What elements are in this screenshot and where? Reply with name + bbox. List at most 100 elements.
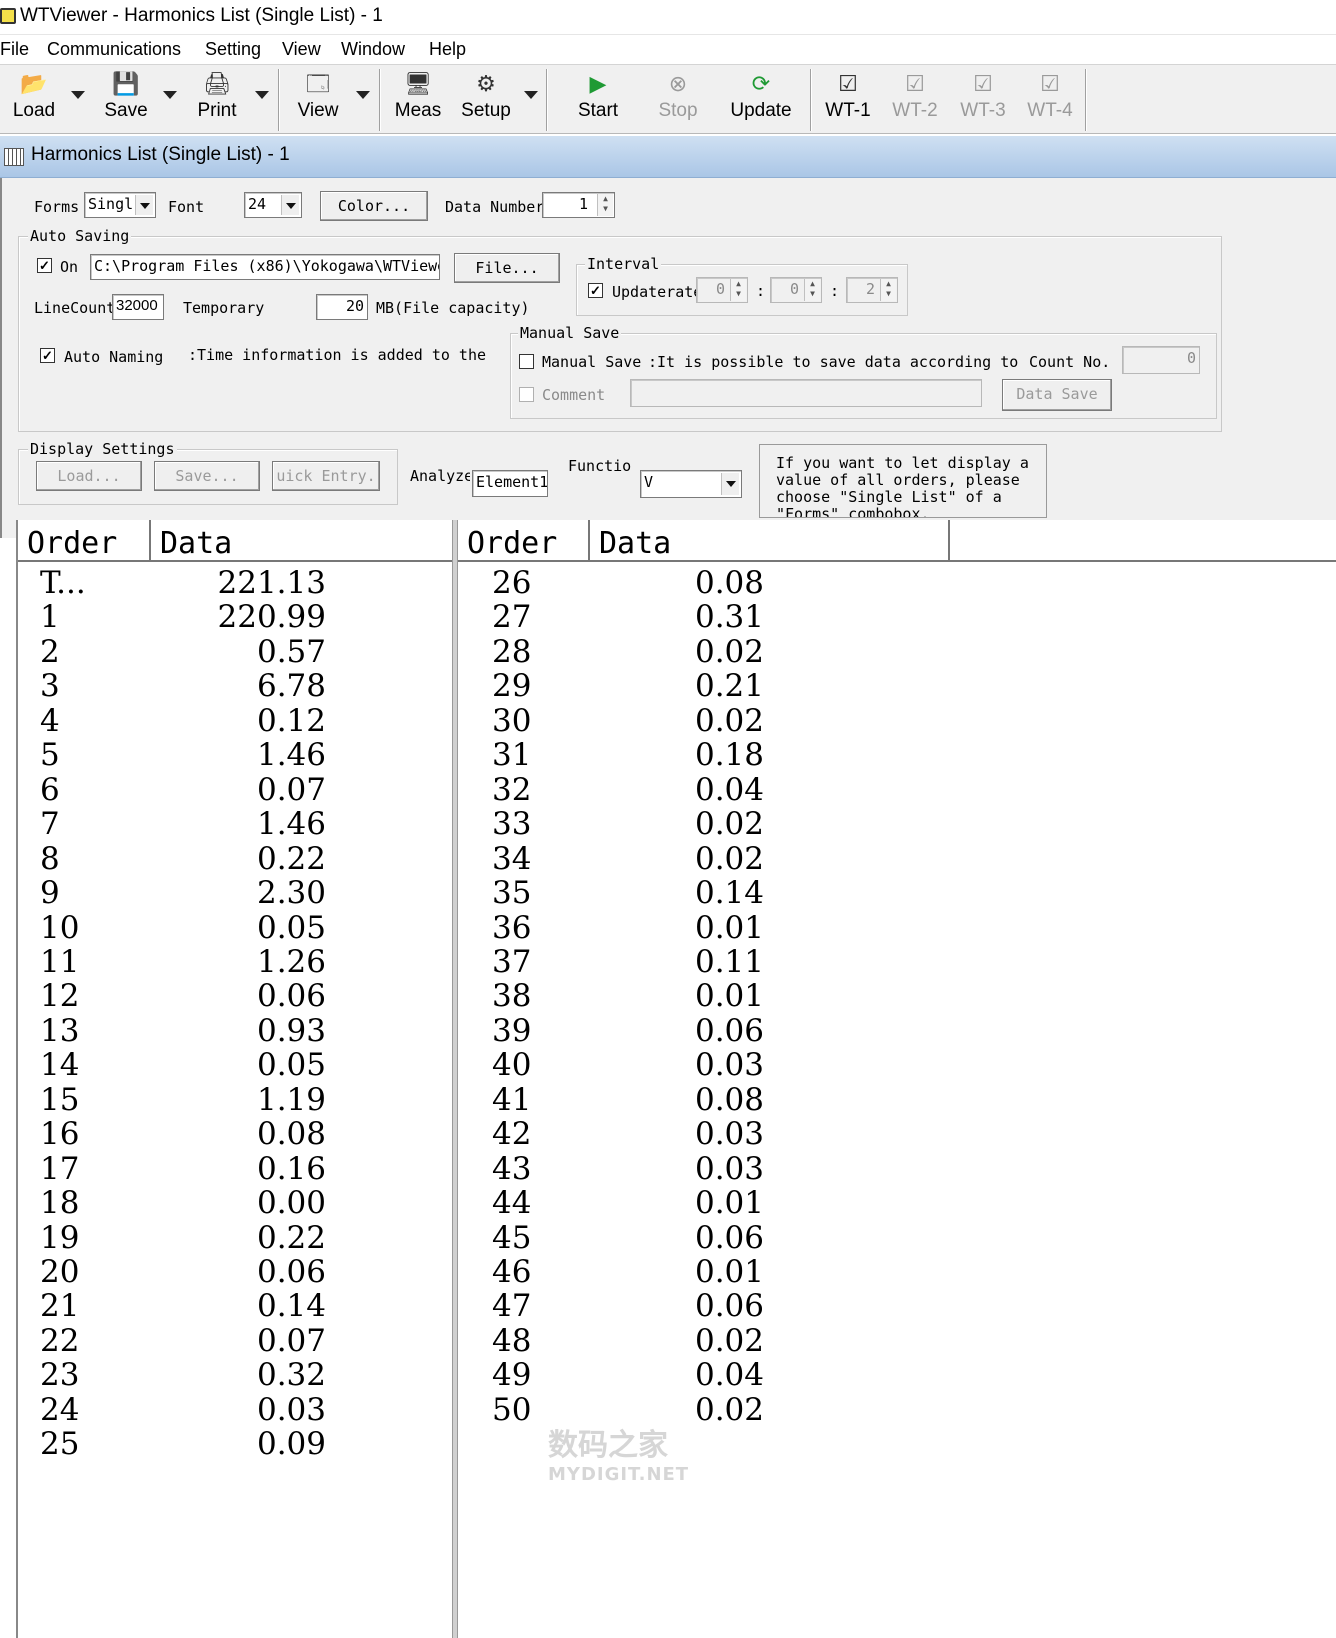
file-button[interactable]: File... — [454, 253, 560, 283]
list-item-order: 7 — [40, 806, 60, 843]
child-window-title: Harmonics List (Single List) - 1 — [31, 144, 290, 165]
display-save-button[interactable]: Save... — [154, 461, 260, 491]
wt2-toggle[interactable]: ☑ WT-2 — [886, 69, 944, 129]
list-item-order: 43 — [492, 1150, 532, 1187]
print-dropdown-icon[interactable] — [255, 91, 269, 99]
list-item-order: 10 — [40, 909, 80, 946]
font-combo[interactable]: 24 — [244, 192, 302, 218]
save-path-field[interactable]: C:\Program Files (x86)\Yokogawa\WTViewer — [90, 254, 440, 280]
toolbar-separator — [1085, 69, 1087, 131]
menu-window[interactable]: Window — [341, 39, 405, 60]
interval-separator: : — [756, 282, 766, 300]
comment-label: Comment — [542, 386, 606, 404]
monitor-icon: 🖥 — [404, 71, 432, 96]
list-item-order: 28 — [492, 633, 532, 670]
list-item-order: 50 — [492, 1391, 532, 1428]
auto-naming-checkbox[interactable]: ✓ — [40, 348, 55, 363]
checkbox-icon: ☑ — [838, 71, 858, 96]
column-header-order[interactable]: Order — [18, 520, 151, 562]
wt4-toggle[interactable]: ☑ WT-4 — [1021, 69, 1079, 129]
function-combo[interactable]: V — [640, 470, 742, 498]
list-item-data: 0.03 — [694, 1116, 764, 1153]
save-button[interactable]: 💾 Save — [98, 69, 154, 129]
auto-naming-label: Auto Naming — [64, 348, 164, 366]
save-dropdown-icon[interactable] — [163, 91, 177, 99]
interval-hour-spinner[interactable]: 0 ▲ ▼ — [696, 277, 748, 303]
list-item-data: 0.01 — [694, 1254, 764, 1290]
manual-save-checkbox[interactable] — [519, 354, 534, 369]
load-button[interactable]: 📂 Load — [6, 69, 62, 129]
list-item-order: 33 — [492, 806, 532, 843]
list-item-order: 30 — [492, 702, 532, 739]
comment-field[interactable] — [630, 379, 982, 407]
list-item-order: 37 — [492, 943, 532, 980]
start-button[interactable]: ▶ Start — [568, 69, 628, 129]
wt1-toggle[interactable]: ☑ WT-1 — [820, 69, 876, 129]
count-no-field[interactable]: 0 — [1122, 346, 1200, 374]
stop-button[interactable]: ⊗ Stop — [648, 69, 708, 129]
settings-panel: Forms Singl Font 24 Color... Data Number… — [0, 178, 1336, 538]
list-item-data: 0.03 — [256, 1391, 326, 1428]
list-item-data: 0.16 — [256, 1150, 326, 1187]
menu-view[interactable]: View — [282, 39, 321, 60]
folder-open-icon: 📂 — [20, 71, 48, 96]
setup-icon: ⚙ — [476, 71, 496, 96]
color-button[interactable]: Color... — [320, 191, 428, 221]
updaterate-checkbox[interactable]: ✓ — [588, 283, 603, 298]
data-number-spinner[interactable]: 1 ▲ ▼ — [542, 192, 615, 218]
on-checkbox[interactable]: ✓ — [37, 258, 52, 273]
list-item-order: 38 — [492, 978, 532, 1015]
list-item-data: 2.30 — [256, 875, 326, 912]
column-header-data[interactable]: Data — [151, 520, 452, 562]
spinner-arrows-icon: ▲ ▼ — [880, 279, 896, 301]
list-item-data: 0.04 — [694, 771, 764, 808]
menu-communications[interactable]: Communications — [47, 39, 181, 60]
list-item-data: 0.02 — [694, 702, 764, 739]
meas-button[interactable]: 🖥 Meas — [390, 69, 446, 129]
update-button[interactable]: ⟳ Update — [724, 69, 798, 129]
interval-minute-spinner[interactable]: 0 ▲ ▼ — [770, 277, 822, 303]
app-icon — [0, 8, 16, 24]
list-item-order: 47 — [492, 1288, 532, 1325]
stop-icon: ⊗ — [668, 71, 688, 96]
toolbar-separator — [278, 69, 280, 131]
toolbar-separator — [810, 69, 812, 131]
font-label: Font — [168, 198, 205, 216]
list-item-order: 9 — [40, 875, 60, 912]
load-dropdown-icon[interactable] — [71, 91, 85, 99]
app-titlebar: WTViewer - Harmonics List (Single List) … — [0, 0, 1336, 34]
menu-file[interactable]: File — [0, 39, 29, 60]
menu-setting[interactable]: Setting — [205, 39, 261, 60]
temporary-field[interactable]: 20 — [316, 294, 368, 320]
column-header-data[interactable]: Data — [590, 520, 950, 562]
menu-help[interactable]: Help — [429, 39, 466, 60]
linecount-field[interactable]: 32000 — [112, 294, 164, 320]
list-item-data: 0.14 — [256, 1288, 326, 1325]
print-button[interactable]: 🖨 Print — [189, 69, 245, 129]
analyze-field[interactable]: Element1 — [472, 470, 548, 497]
setup-button[interactable]: ⚙ Setup — [456, 69, 516, 129]
interval-label: Interval — [585, 255, 662, 273]
list-item-data: 1.46 — [256, 737, 326, 774]
quick-entry-button[interactable]: uick Entry. — [272, 461, 380, 491]
comment-checkbox[interactable] — [519, 387, 534, 402]
grid-window-icon — [4, 148, 24, 166]
chevron-down-icon — [135, 195, 153, 215]
play-icon: ▶ — [589, 71, 607, 96]
app-title: WTViewer - Harmonics List (Single List) … — [20, 5, 383, 26]
watermark-text: 数码之家 — [548, 1428, 668, 1463]
data-save-button[interactable]: Data Save — [1002, 379, 1112, 411]
wt3-toggle[interactable]: ☑ WT-3 — [954, 69, 1012, 129]
display-load-button[interactable]: Load... — [36, 461, 142, 491]
column-header-order[interactable]: Order — [458, 520, 590, 562]
manual-save-note: :It is possible to save data according t… — [648, 353, 1019, 371]
setup-dropdown-icon[interactable] — [524, 91, 538, 99]
view-dropdown-icon[interactable] — [356, 91, 370, 99]
list-item-order: 1 — [40, 599, 60, 636]
list-item-data: 220.99 — [217, 599, 326, 636]
interval-second-spinner[interactable]: 2 ▲ ▼ — [846, 277, 898, 303]
list-item-order: 21 — [40, 1288, 80, 1325]
list-item-order: 41 — [492, 1081, 532, 1118]
forms-combo[interactable]: Singl — [84, 192, 156, 218]
view-button[interactable]: 🗔 View — [290, 69, 346, 129]
